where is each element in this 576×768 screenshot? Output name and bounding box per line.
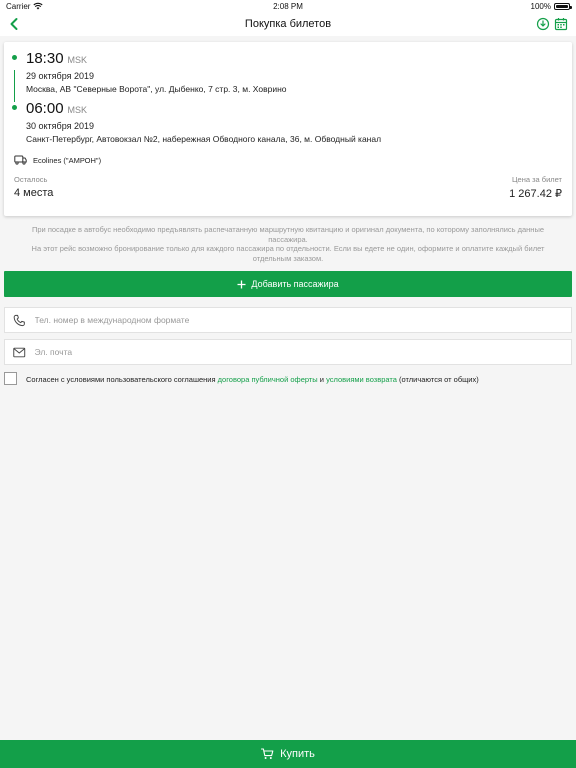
seats-block: Осталось 4 места xyxy=(14,175,53,200)
booking-notice: При посадке в автобус необходимо предъяв… xyxy=(0,216,576,263)
battery-icon xyxy=(554,2,572,10)
bus-icon xyxy=(14,155,27,165)
email-input[interactable] xyxy=(34,347,571,357)
arrival-stop: 06:00 MSK 30 октября 2019 Санкт-Петербург… xyxy=(12,100,562,144)
departure-address: Москва, АВ "Северные Ворота", ул. Дыбенк… xyxy=(26,84,287,94)
price-label: Цена за билет xyxy=(511,175,562,184)
trip-card: 18:30 MSK 29 октября 2019 Москва, АВ "Сев… xyxy=(4,42,572,216)
back-button[interactable] xyxy=(8,17,20,31)
status-bar: Carrier 2:08 PM 100% xyxy=(0,0,576,12)
phone-icon xyxy=(13,314,25,326)
seats-value: 4 места xyxy=(14,187,54,199)
agreement-suffix: (отличаются от общих) xyxy=(399,375,479,384)
agreement-and: и xyxy=(319,375,324,384)
departure-time: 18:30 xyxy=(26,50,64,67)
seats-price-row: Осталось 4 места Цена за билет 1 267.42 … xyxy=(14,175,562,200)
route-dot-icon xyxy=(12,105,17,110)
buy-button[interactable]: Купить xyxy=(0,740,576,768)
arrival-date: 30 октября 2019 xyxy=(26,121,95,131)
departure-date: 29 октября 2019 xyxy=(26,71,95,81)
calendar-icon xyxy=(554,18,568,31)
arrival-timezone: MSK xyxy=(67,105,88,115)
arrival-time: 06:00 xyxy=(26,100,64,117)
agreement-text: Согласен с условиями пользовательского с… xyxy=(26,373,479,385)
agreement-prefix: Согласен с условиями пользовательского с… xyxy=(26,375,216,384)
calendar-button[interactable] xyxy=(554,17,568,31)
price-value: 1 267.42 ₽ xyxy=(509,188,562,200)
carrier-row: Ecolines ("АМРОН") xyxy=(14,155,562,165)
agreement-checkbox[interactable] xyxy=(4,372,17,385)
route-dot-icon xyxy=(12,55,17,60)
page-title: Покупка билетов xyxy=(244,18,332,30)
chevron-left-icon xyxy=(10,18,18,30)
departure-stop: 18:30 MSK 29 октября 2019 Москва, АВ "Сев… xyxy=(12,50,562,102)
buy-label: Купить xyxy=(280,748,315,760)
status-right: 100% xyxy=(530,1,572,11)
add-passenger-label: Добавить пассажира xyxy=(251,279,339,289)
arrival-address: Санкт-Петербург, Автовокзал №2, набережн… xyxy=(26,134,382,144)
seats-label: Осталось xyxy=(14,175,48,184)
carrier-name: Carrier xyxy=(6,1,31,11)
time-info-button[interactable] xyxy=(536,17,550,31)
cart-icon xyxy=(261,748,274,759)
carrier-name-label: Ecolines ("АМРОН") xyxy=(33,155,102,165)
plus-icon xyxy=(237,280,246,288)
battery-percent: 100% xyxy=(530,1,551,11)
status-left: Carrier xyxy=(6,1,44,11)
status-time: 2:08 PM xyxy=(273,1,303,11)
departure-timezone: MSK xyxy=(67,55,88,65)
nav-actions xyxy=(536,17,568,31)
notice-line-2: На этот рейс возможно бронирование тольк… xyxy=(31,244,545,263)
clock-download-icon xyxy=(536,17,550,31)
return-conditions-link[interactable]: условиями возврата xyxy=(326,375,397,384)
phone-field xyxy=(4,307,572,333)
nav-bar: Покупка билетов xyxy=(0,12,576,36)
email-field xyxy=(4,339,572,365)
add-passenger-button[interactable]: Добавить пассажира xyxy=(4,271,572,297)
notice-line-1: При посадке в автобус необходимо предъяв… xyxy=(31,225,545,244)
route-line xyxy=(14,70,15,102)
price-block: Цена за билет 1 267.42 ₽ xyxy=(509,175,562,200)
mail-icon xyxy=(13,347,26,357)
agreement-row: Согласен с условиями пользовательского с… xyxy=(4,372,572,385)
public-offer-link[interactable]: договора публичной оферты xyxy=(218,375,318,384)
phone-input[interactable] xyxy=(34,315,571,325)
wifi-icon xyxy=(33,2,44,10)
